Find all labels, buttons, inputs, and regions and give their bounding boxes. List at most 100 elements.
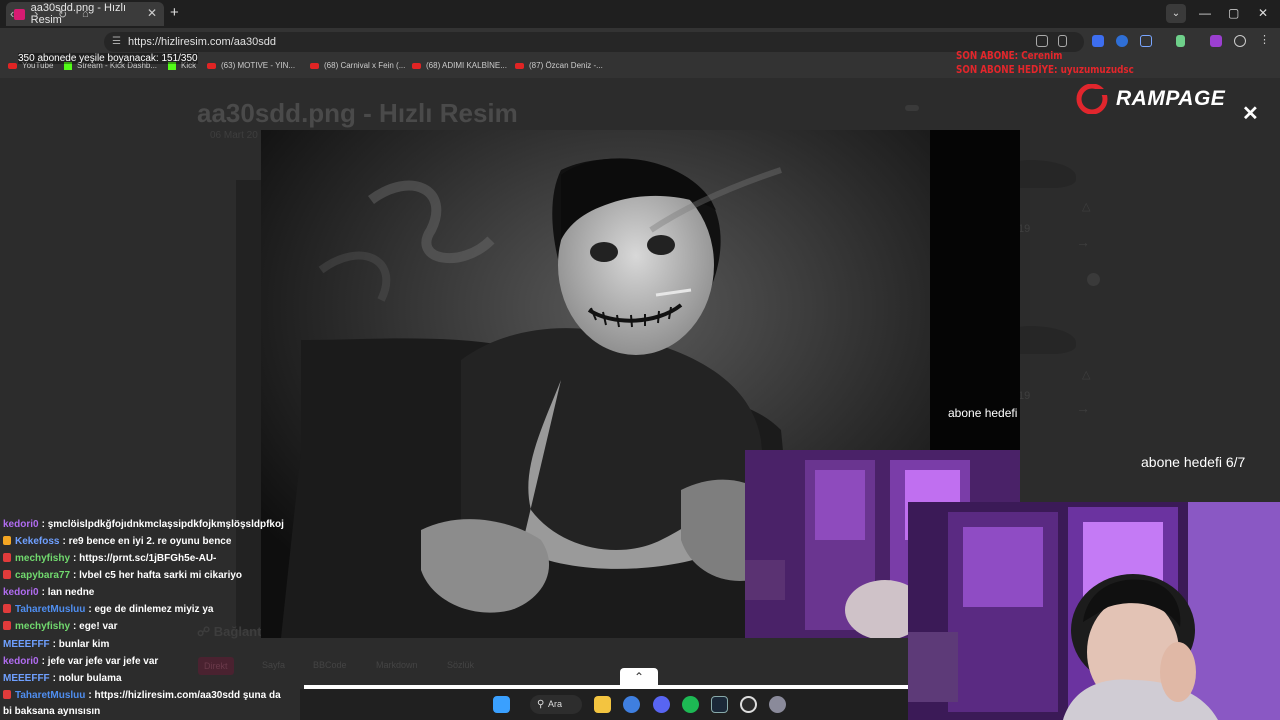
page-title: aa30sdd.png - Hızlı Resim bbox=[197, 98, 518, 128]
chat-message: kedori0: jefe var jefe var jefe var bbox=[3, 656, 159, 667]
steam-icon[interactable] bbox=[711, 696, 728, 713]
forward-icon[interactable]: › bbox=[34, 6, 38, 21]
page-menu-icon[interactable] bbox=[905, 105, 919, 111]
share-links-heading: ☍ Bağlant bbox=[197, 624, 261, 640]
rampage-logo-icon bbox=[1076, 84, 1110, 114]
reload-icon[interactable]: ↻ bbox=[58, 8, 67, 21]
chat-text: bunlar kim bbox=[58, 639, 110, 650]
chat-message: MEEEFFF: nolur bulama bbox=[3, 673, 122, 684]
tab-direct-link[interactable]: Direkt bbox=[198, 657, 234, 675]
chat-badge-icon bbox=[3, 536, 11, 545]
settings-icon[interactable] bbox=[769, 696, 786, 713]
chat-badge-icon bbox=[3, 553, 11, 562]
chat-text: https://prnt.sc/1jBFGh5e-AU- bbox=[79, 553, 217, 564]
rampage-logo-text: RAMPAGE bbox=[1116, 87, 1226, 110]
chat-badge-icon bbox=[3, 570, 11, 579]
bookmark-label: (68) ADIMI KALBİNE... bbox=[426, 61, 507, 70]
arrow-right-icon[interactable]: → bbox=[1076, 400, 1090, 416]
share-heading-text: Bağlant bbox=[213, 624, 262, 639]
chat-message: TaharetMusluu: https://hizliresim.com/aa… bbox=[3, 690, 281, 701]
rampage-logo: RAMPAGE bbox=[1074, 84, 1225, 114]
extension-icon[interactable] bbox=[1092, 35, 1104, 47]
extension-icon[interactable] bbox=[1210, 35, 1222, 47]
youtube-icon bbox=[515, 62, 524, 69]
tab-bar bbox=[0, 0, 1280, 28]
spotify-icon[interactable] bbox=[682, 696, 699, 713]
obs-icon[interactable] bbox=[740, 696, 757, 713]
site-info-icon[interactable]: ☰ bbox=[112, 32, 121, 52]
close-window-button[interactable]: ✕ bbox=[1258, 6, 1268, 20]
chat-text: jefe var jefe var jefe var bbox=[47, 656, 159, 667]
extension-icon[interactable] bbox=[1116, 35, 1128, 47]
bookmark-item[interactable]: (68) Carnival x Fein (... bbox=[310, 61, 405, 70]
chat-text: https://hizliresim.com/aa30sdd şuna da bbox=[94, 690, 281, 701]
chat-text: ege de dinlemez miyiz ya bbox=[94, 604, 214, 615]
minimize-button[interactable]: — bbox=[1199, 6, 1211, 20]
bookmark-icon[interactable] bbox=[1058, 35, 1067, 47]
home-icon[interactable]: ⌂ bbox=[82, 8, 89, 20]
product-icon: △ bbox=[1082, 369, 1091, 381]
profile-icon[interactable] bbox=[1234, 35, 1246, 47]
tab-search-button[interactable]: ⌄ bbox=[1166, 4, 1186, 23]
page-date: 06 Mart 20 bbox=[210, 130, 258, 141]
new-tab-button[interactable]: + bbox=[170, 4, 179, 21]
maximize-button[interactable]: ▢ bbox=[1228, 6, 1239, 20]
chat-username: kedori0 bbox=[3, 656, 39, 667]
bookmark-item[interactable]: (63) MOTIVE - YIN... bbox=[207, 61, 295, 70]
chat-text: lvbel c5 her hafta sarki mi cikariyo bbox=[79, 570, 243, 581]
chat-username: mechyfishy bbox=[15, 621, 71, 632]
chat-badge-icon bbox=[3, 604, 11, 613]
windows-start-icon[interactable] bbox=[493, 696, 510, 713]
chat-message: mechyfishy: https://prnt.sc/1jBFGh5e-AU- bbox=[3, 553, 216, 564]
chat-username: MEEEFFF bbox=[3, 639, 50, 650]
rampage-close-icon: ✕ bbox=[1242, 103, 1259, 125]
chat-badge-icon bbox=[3, 621, 11, 630]
menu-icon[interactable]: ⋮ bbox=[1259, 35, 1271, 47]
taskbar-search-label: Ara bbox=[548, 699, 563, 709]
arrow-right-icon[interactable]: → bbox=[1076, 234, 1090, 250]
taskbar-expand-button[interactable]: ⌃ bbox=[620, 668, 658, 686]
chat-message: mechyfishy: ege! var bbox=[3, 621, 118, 632]
chat-text: ege! var bbox=[79, 621, 118, 632]
chrome-icon[interactable] bbox=[623, 696, 640, 713]
youtube-icon bbox=[412, 62, 421, 69]
chat-badge-icon bbox=[3, 690, 11, 699]
chat-text: şmclöislpdkğfojıdnkmclaşsipdkfojkmşlöşsl… bbox=[47, 519, 284, 530]
tab-markdown[interactable]: Markdown bbox=[376, 660, 418, 670]
chat-message: MEEEFFF: bunlar kim bbox=[3, 639, 110, 650]
chat-text: re9 bence en iyi 2. re oyunu bence bbox=[68, 536, 232, 547]
chat-text: nolur bulama bbox=[58, 673, 122, 684]
tab-close-icon[interactable]: ✕ bbox=[147, 6, 157, 20]
chat-username: capybara77 bbox=[15, 570, 71, 581]
chat-message: TaharetMusluu: ege de dinlemez miyiz ya bbox=[3, 604, 213, 615]
image-viewer-dark-panel bbox=[930, 130, 1020, 450]
chat-username: TaharetMusluu bbox=[15, 604, 86, 615]
back-icon[interactable]: ‹ bbox=[10, 6, 14, 21]
product-icon: △ bbox=[1082, 201, 1091, 213]
extensions-puzzle-icon[interactable] bbox=[1140, 35, 1152, 47]
tab-sozluk[interactable]: Sözlük bbox=[447, 660, 474, 670]
file-explorer-icon[interactable] bbox=[594, 696, 611, 713]
tab-page-link[interactable]: Sayfa bbox=[262, 660, 285, 670]
youtube-icon bbox=[310, 62, 319, 69]
chat-username: MEEEFFF bbox=[3, 673, 50, 684]
bookmark-label: (63) MOTIVE - YIN... bbox=[221, 61, 296, 70]
youtube-icon bbox=[8, 62, 17, 69]
address-bar[interactable]: ☰ https://hizliresim.com/aa30sdd bbox=[104, 32, 1084, 52]
chat-message: kedori0: lan nedne bbox=[3, 587, 95, 598]
bookmark-item[interactable]: (87) Özcan Deniz -... bbox=[515, 61, 603, 70]
youtube-icon bbox=[207, 62, 216, 69]
subscriber-goal-label: abone hedefi bbox=[948, 406, 1018, 420]
subscriber-goal-text: 350 abonede yeşile boyanacak: 151/350 bbox=[18, 53, 198, 64]
discord-icon[interactable] bbox=[653, 696, 670, 713]
share-icon[interactable] bbox=[1036, 35, 1048, 47]
bookmark-item[interactable]: (68) ADIMI KALBİNE... bbox=[412, 61, 507, 70]
labs-icon[interactable] bbox=[1176, 35, 1185, 47]
chat-message-continuation: bi baksana aynısısın bbox=[3, 706, 101, 717]
last-gift-subscriber-line: SON ABONE HEDİYE: uyuzumuzudsc bbox=[956, 63, 1134, 76]
carousel-dot-icon[interactable] bbox=[1087, 273, 1100, 286]
chat-username: Kekefoss bbox=[15, 536, 60, 547]
taskbar-search[interactable]: ⚲ Ara bbox=[530, 695, 582, 714]
chat-username: kedori0 bbox=[3, 587, 39, 598]
tab-bbcode[interactable]: BBCode bbox=[313, 660, 347, 670]
